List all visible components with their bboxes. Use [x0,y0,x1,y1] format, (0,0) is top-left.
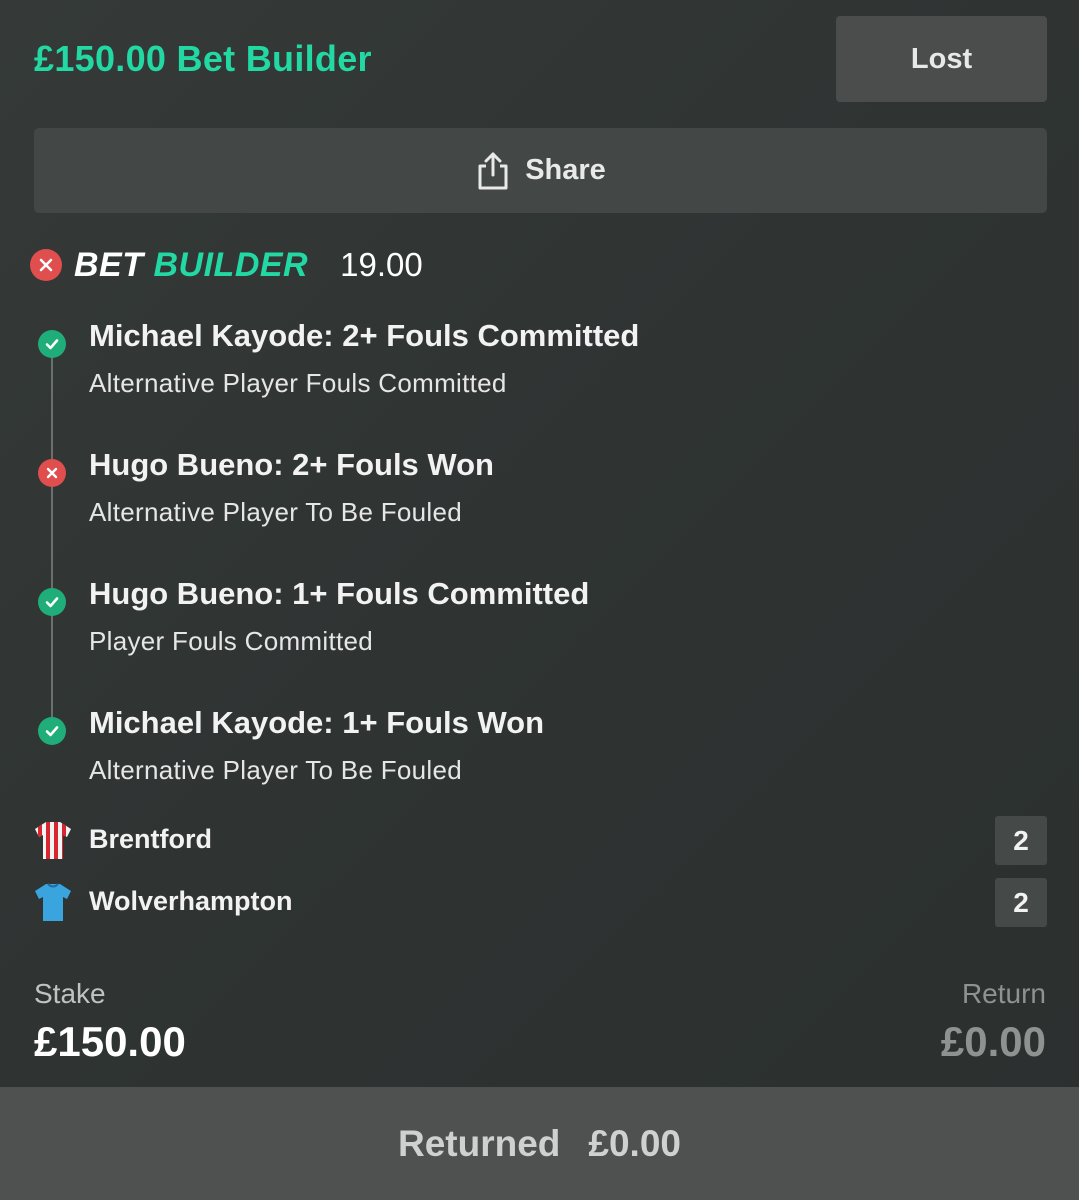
stake-value: £150.00 [34,1018,186,1065]
returned-label: Returned [398,1122,561,1164]
striped-shirt-icon [35,822,71,859]
team-name: Wolverhampton [89,886,293,916]
bet-builder-summary: BET BUILDER 19.00 [30,240,423,290]
lost-icon [38,459,66,487]
bet-status-button[interactable]: Lost [836,16,1047,102]
lost-icon [30,249,62,281]
share-label: Share [525,154,606,186]
returned-footer: Returned £0.00 [0,1087,1079,1200]
won-check-icon [38,330,66,358]
return-value: £0.00 [940,1018,1046,1065]
team-score: 2 [995,878,1047,927]
selection-market: Alternative Player To Be Fouled [89,755,463,785]
selection-title: Michael Kayode: 1+ Fouls Won [89,705,545,740]
selection-title: Michael Kayode: 2+ Fouls Committed [89,318,640,353]
bet-builder-logo-builder: BUILDER [153,245,309,284]
bet-odds: 19.00 [340,246,423,283]
team-name: Brentford [89,824,212,854]
bet-builder-logo-bet: BET [74,245,144,284]
selection-title: Hugo Bueno: 2+ Fouls Won [89,447,494,482]
selection-title: Hugo Bueno: 1+ Fouls Committed [89,576,590,611]
selection-item: Hugo Bueno: 2+ Fouls Won Alternative Pla… [36,447,1026,547]
selection-market: Player Fouls Committed [89,626,374,656]
team-score: 2 [995,816,1047,865]
team-row-away: Wolverhampton 2 [34,878,1047,928]
share-icon [478,152,508,189]
stake-label: Stake [34,978,106,1009]
selection-item: Hugo Bueno: 1+ Fouls Committed Player Fo… [36,576,1026,676]
team-row-home: Brentford 2 [34,816,1047,866]
won-check-icon [38,717,66,745]
selection-item: Michael Kayode: 1+ Fouls Won Alternative… [36,705,1026,805]
bet-header: £150.00 Bet Builder Lost [34,16,1047,102]
returned-value: £0.00 [588,1122,681,1164]
selection-market: Alternative Player To Be Fouled [89,497,463,527]
shirt-icon [35,883,71,921]
selection-item: Michael Kayode: 2+ Fouls Committed Alter… [36,318,1026,418]
selection-market: Alternative Player Fouls Committed [89,368,507,398]
bet-title: £150.00 Bet Builder [34,38,372,79]
won-check-icon [38,588,66,616]
share-button[interactable]: Share [34,128,1047,213]
return-label: Return [961,978,1046,1009]
